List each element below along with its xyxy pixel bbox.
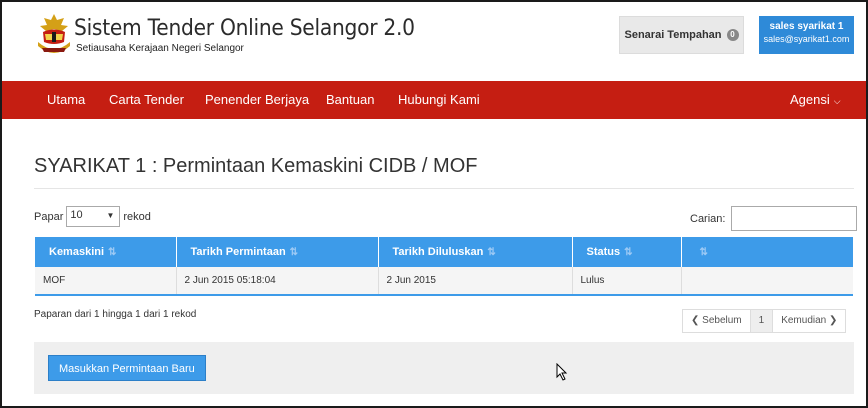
column-header-label: Tarikh Diluluskan	[392, 246, 484, 258]
chevron-down-icon: ⌵	[833, 96, 841, 106]
column-header-status[interactable]: Status ⇅	[572, 237, 682, 267]
table-row: MOF 2 Jun 2015 05:18:04 2 Jun 2015 Lulus	[35, 267, 853, 296]
table-cell: 2 Jun 2015 05:18:04	[176, 267, 379, 296]
nav-item-bantuan[interactable]: Bantuan	[326, 81, 374, 119]
nav-item-carta-tender[interactable]: Carta Tender	[109, 81, 184, 119]
page-length-select[interactable]: 10 ▼	[66, 206, 121, 227]
nav-agency-label: Agensi	[790, 92, 830, 107]
nav-item-hubungi-kami[interactable]: Hubungi Kami	[398, 81, 480, 119]
actions-panel: Masukkan Permintaan Baru	[34, 342, 854, 394]
page-length-value: 10	[70, 209, 83, 221]
table-info: Paparan dari 1 hingga 1 dari 1 rekod	[34, 309, 197, 320]
sort-icon: ⇅	[624, 247, 633, 258]
nav-item-utama[interactable]: Utama	[47, 81, 85, 119]
new-request-button[interactable]: Masukkan Permintaan Baru	[48, 355, 206, 381]
user-menu[interactable]: sales syarikat 1 sales@syarikat1.com	[759, 16, 854, 54]
page-title: SYARIKAT 1 : Permintaan Kemaskini CIDB /…	[34, 155, 478, 177]
page-length-control: Papar 10 ▼ rekod	[34, 206, 151, 227]
caret-down-icon: ▼	[106, 211, 115, 220]
user-email: sales@syarikat1.com	[763, 34, 850, 44]
column-header-label: Status	[586, 246, 621, 258]
sort-icon: ⇅	[289, 247, 299, 258]
search-control: Carian:	[690, 206, 858, 231]
cart-count-badge: 0	[726, 29, 739, 41]
pagination: ❮ Sebelum 1 Kemudian ❯	[682, 309, 847, 333]
table-header-row: Kemaskini ⇅ Tarikh Permintaan ⇅ Tarikh Dil…	[35, 237, 853, 267]
page-length-prefix: Papar	[34, 210, 64, 223]
sort-icon: ⇅	[487, 247, 496, 258]
column-header-kemaskini[interactable]: Kemaskini ⇅	[35, 237, 177, 267]
column-header-actions[interactable]: ⇅	[681, 237, 853, 267]
sort-icon: ⇅	[108, 247, 117, 258]
pagination-prev-button[interactable]: ❮ Sebelum	[683, 310, 751, 332]
chevron-right-icon: ❯	[829, 315, 838, 326]
site-subtitle: Setiausaha Kerajaan Negeri Selangor	[76, 43, 244, 54]
site-header: Sistem Tender Online Selangor 2.0 Setiau…	[2, 2, 866, 81]
main-navbar: Utama Carta Tender Penender Berjaya Bant…	[2, 81, 866, 119]
title-divider	[34, 188, 854, 189]
search-input[interactable]	[731, 206, 858, 231]
pagination-prev-label: Sebelum	[702, 315, 742, 326]
mouse-cursor-icon	[556, 363, 568, 381]
crest-logo-icon[interactable]	[34, 12, 74, 60]
cart-button[interactable]: Senarai Tempahan 0	[619, 16, 744, 54]
column-header-tarikh-diluluskan[interactable]: Tarikh Diluluskan ⇅	[378, 237, 573, 267]
search-label: Carian:	[690, 212, 726, 225]
column-header-tarikh-permintaan[interactable]: Tarikh Permintaan ⇅	[176, 237, 379, 267]
table-cell: MOF	[35, 267, 177, 296]
pagination-page-button[interactable]: 1	[750, 310, 774, 332]
nav-agency-dropdown[interactable]: Agensi ⌵	[790, 81, 841, 119]
page-length-suffix: rekod	[123, 210, 151, 223]
column-header-label: Tarikh Permintaan	[190, 246, 286, 258]
table-cell: 2 Jun 2015	[378, 267, 573, 296]
cart-label: Senarai Tempahan	[624, 29, 722, 41]
pagination-next-button[interactable]: Kemudian ❯	[773, 310, 845, 332]
pagination-next-label: Kemudian	[781, 315, 827, 326]
nav-item-penender-berjaya[interactable]: Penender Berjaya	[205, 81, 309, 119]
table-cell	[681, 267, 853, 296]
sort-icon: ⇅	[699, 247, 708, 258]
app-window: Sistem Tender Online Selangor 2.0 Setiau…	[0, 0, 868, 408]
requests-table: Kemaskini ⇅ Tarikh Permintaan ⇅ Tarikh Dil…	[35, 237, 853, 296]
chevron-left-icon: ❮	[691, 315, 700, 326]
site-title: Sistem Tender Online Selangor 2.0	[74, 16, 415, 41]
table-cell: Lulus	[572, 267, 682, 296]
column-header-label: Kemaskini	[49, 246, 105, 258]
user-name: sales syarikat 1	[769, 21, 844, 32]
